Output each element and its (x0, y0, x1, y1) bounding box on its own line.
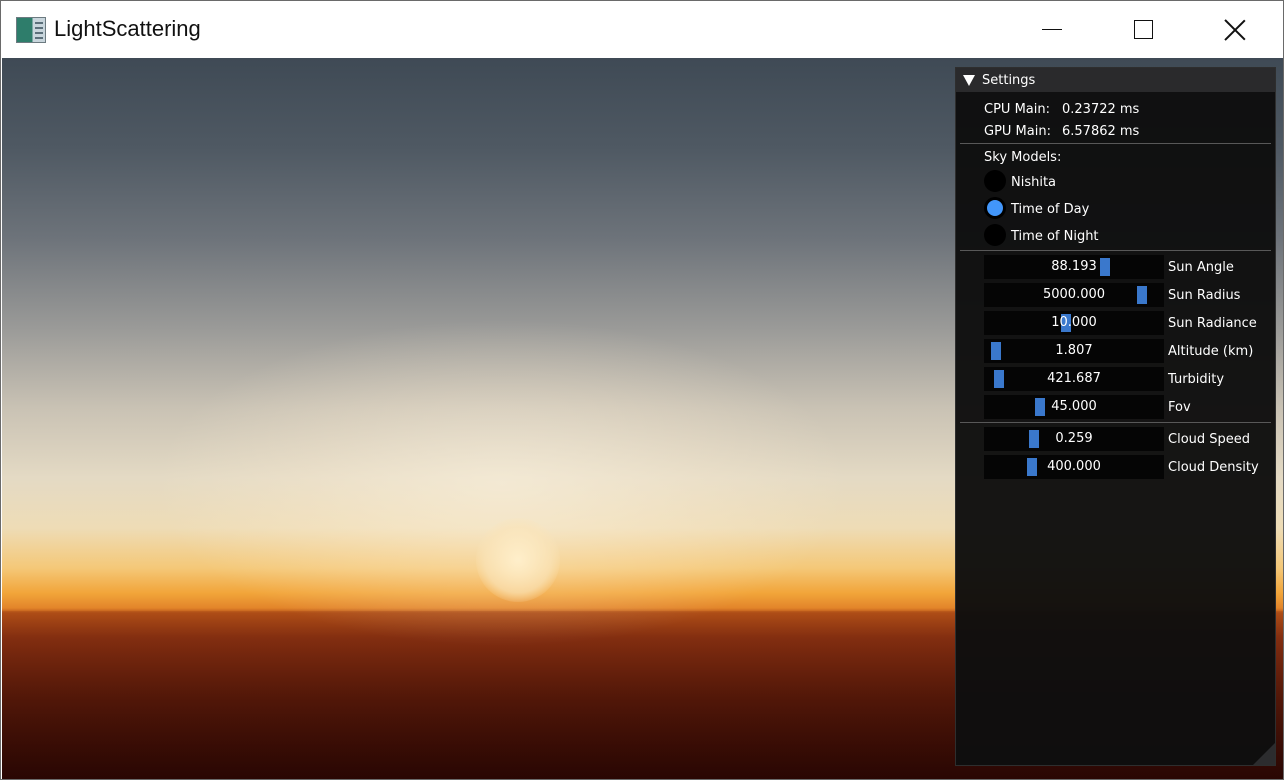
title-bar[interactable]: LightScattering (1, 1, 1283, 58)
slider-label: Sun Radius (1168, 288, 1241, 303)
sun-disc (476, 518, 560, 602)
slider-label: Cloud Density (1168, 460, 1259, 475)
settings-title: Settings (982, 72, 1036, 88)
minimize-button[interactable] (1007, 1, 1097, 58)
slider-label: Fov (1168, 400, 1191, 415)
slider-label: Turbidity (1168, 372, 1225, 387)
slider-fov[interactable]: 45.000 (984, 395, 1164, 419)
slider-value: 10.000 (1051, 315, 1097, 330)
gpu-label: GPU Main: (984, 124, 1051, 139)
slider-label: Sun Angle (1168, 260, 1234, 275)
radio-time-of-night[interactable] (984, 224, 1006, 246)
radio-time-of-day-label[interactable]: Time of Day (1011, 202, 1089, 217)
maximize-icon (1133, 20, 1153, 39)
slider-altitude[interactable]: 1.807 (984, 339, 1164, 363)
slider-sun-radiance[interactable]: 10.000 (984, 311, 1164, 335)
close-button[interactable] (1190, 1, 1280, 58)
slider-label: Cloud Speed (1168, 432, 1251, 447)
maximize-button[interactable] (1098, 1, 1188, 58)
radio-nishita-label[interactable]: Nishita (1011, 175, 1056, 190)
radio-time-of-night-label[interactable]: Time of Night (1011, 229, 1099, 244)
slider-turbidity[interactable]: 421.687 (984, 367, 1164, 391)
close-icon (1224, 19, 1246, 41)
slider-value: 5000.000 (1042, 287, 1106, 302)
slider-value: 400.000 (1047, 459, 1101, 474)
sky-models-label: Sky Models: (984, 150, 1062, 165)
slider-value: 45.000 (1051, 399, 1097, 414)
resize-grip[interactable] (1253, 743, 1275, 765)
slider-label: Altitude (km) (1168, 344, 1254, 359)
slider-value: 1.807 (1055, 343, 1093, 358)
separator (960, 250, 1271, 251)
cpu-label: CPU Main: (984, 102, 1050, 117)
separator (960, 143, 1271, 144)
gpu-value: 6.57862 ms (1062, 124, 1140, 139)
slider-sun-angle[interactable]: 88.193 (984, 255, 1164, 279)
radio-nishita[interactable] (984, 170, 1006, 192)
slider-label: Sun Radiance (1168, 316, 1257, 331)
settings-header[interactable]: Settings (956, 68, 1275, 92)
slider-value: 0.259 (1055, 431, 1093, 446)
slider-value: 88.193 (1051, 259, 1097, 274)
slider-cloud-density[interactable]: 400.000 (984, 455, 1164, 479)
separator (960, 422, 1271, 423)
collapse-triangle-icon[interactable] (963, 74, 975, 86)
cpu-value: 0.23722 ms (1062, 102, 1140, 117)
slider-sun-radius[interactable]: 5000.000 (984, 283, 1164, 307)
minimize-icon (1042, 28, 1062, 31)
slider-cloud-speed[interactable]: 0.259 (984, 427, 1164, 451)
window-title: LightScattering (54, 16, 201, 41)
radio-time-of-day[interactable] (984, 197, 1006, 219)
slider-value: 421.687 (1047, 371, 1101, 386)
app-icon (16, 17, 46, 43)
settings-panel[interactable]: Settings CPU Main: 0.23722 ms GPU Main: … (955, 67, 1276, 766)
